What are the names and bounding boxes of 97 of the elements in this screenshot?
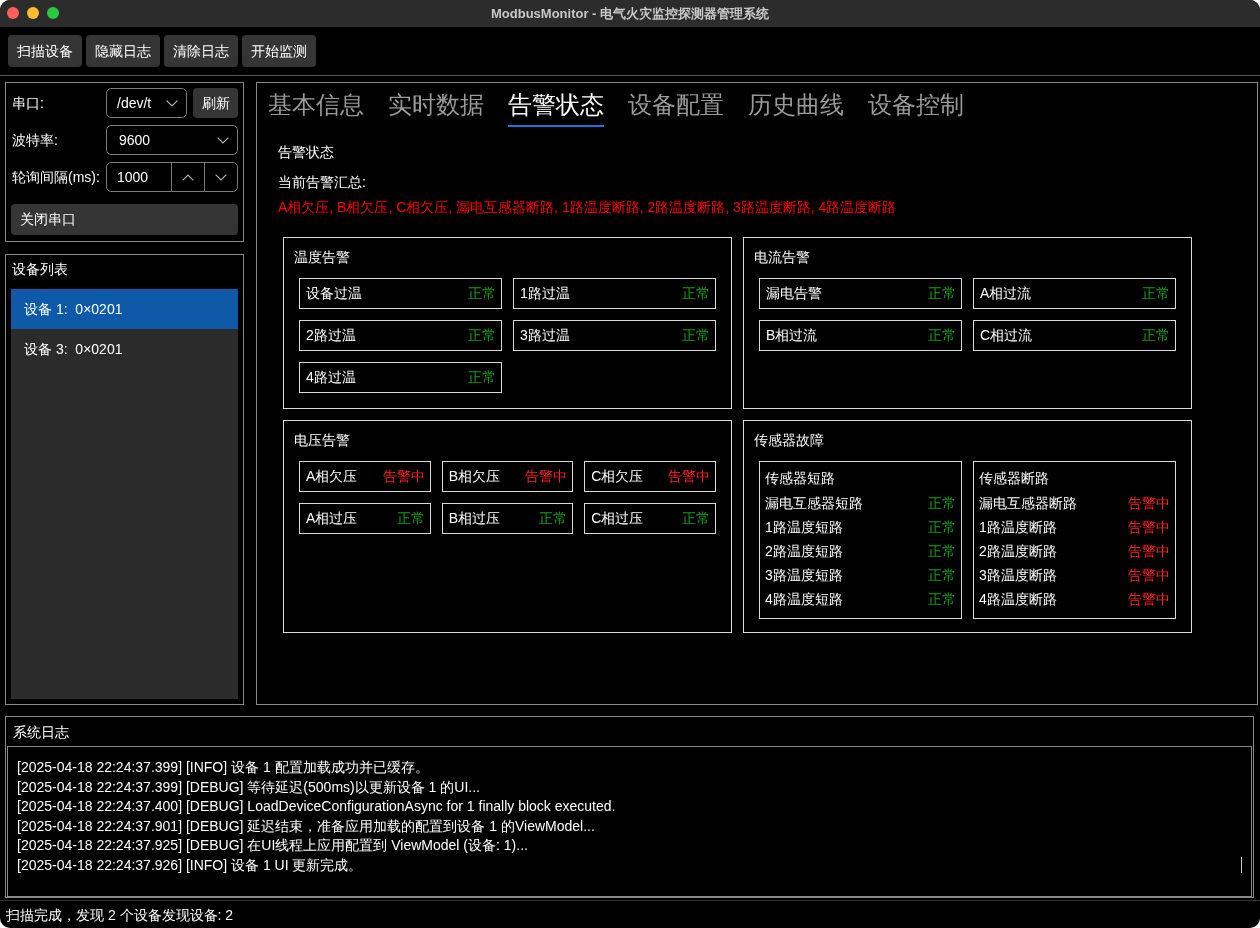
group-title: 电流告警 <box>754 248 810 267</box>
fault-label: 1路温度断路 <box>979 517 1057 537</box>
fault-label: 2路温度断路 <box>979 541 1057 561</box>
field-label: 轮询间隔(ms): <box>11 167 101 187</box>
tab[interactable]: 设备控制 <box>868 91 964 127</box>
alarm-status: 正常 <box>1142 326 1170 345</box>
alarm-label: A相过压 <box>306 509 358 528</box>
alarm-label: B相欠压 <box>448 467 500 486</box>
interval-input[interactable]: 1000 <box>107 163 171 191</box>
alarm-label: A相过流 <box>980 284 1032 303</box>
fault-status: 正常 <box>928 493 956 513</box>
tab[interactable]: 设备配置 <box>628 91 724 127</box>
list-title: 传感器短路 <box>765 469 835 488</box>
alarm-label: 4路过温 <box>306 368 356 387</box>
log-line: [2025-04-18 22:24:37.925] [DEBUG] 在UI线程上应用配置到 ViewModel (设备: 1)... <box>17 836 528 856</box>
alarm-status: 正常 <box>468 284 496 303</box>
alarm-summary-text: A相欠压, B相欠压, C相欠压, 漏电互感器断路, 1路温度断路, 2路温度断路, 3路温度断路, 4路温度断路 <box>278 198 897 217</box>
alarm-label: C相过流 <box>980 326 1033 345</box>
summary-label: 当前告警汇总: <box>278 173 366 192</box>
close-port-button[interactable]: 关闭串口 <box>11 204 238 235</box>
maximize-button[interactable] <box>47 7 59 19</box>
fault-status: 正常 <box>928 517 956 537</box>
alarm-status: 正常 <box>468 326 496 345</box>
alarm-status: 正常 <box>682 509 710 528</box>
log-line: [2025-04-18 22:24:37.399] [INFO] 设备 1 配置加载成功并已缓存。 <box>17 758 429 777</box>
alarm-label: 1路过温 <box>520 284 570 303</box>
fault-status: 告警中 <box>1128 517 1170 537</box>
fault-label: 3路温度短路 <box>765 565 843 585</box>
fault-status: 告警中 <box>1128 565 1170 585</box>
refresh-button[interactable]: 刷新 <box>193 88 238 118</box>
alarm-status: 告警中 <box>525 467 568 486</box>
alarm-label: 3路过温 <box>520 326 570 345</box>
alarm-status: 正常 <box>928 284 956 303</box>
status-text: 扫描完成，发现 2 个设备发现设备: 2 <box>6 905 234 925</box>
alarm-status: 正常 <box>396 509 425 528</box>
alarm-status: 正常 <box>539 509 568 528</box>
device-list-item[interactable]: 设备 3: 0×0201 <box>11 329 238 369</box>
close-button[interactable] <box>7 7 19 19</box>
alarm-status: 正常 <box>928 326 956 345</box>
chevron-down-icon <box>217 136 229 144</box>
alarm-status: 正常 <box>682 326 710 345</box>
toolbar-button[interactable]: 清除日志 <box>164 35 238 67</box>
alarm-label: 2路过温 <box>306 326 356 345</box>
alarm-label: 设备过温 <box>306 284 362 303</box>
tab[interactable]: 历史曲线 <box>748 91 844 127</box>
fault-label: 4路温度断路 <box>979 589 1057 609</box>
fault-status: 正常 <box>928 565 956 585</box>
alarm-status: 告警中 <box>382 467 425 486</box>
log-line: [2025-04-18 22:24:37.399] [DEBUG] 等待延迟(500ms)以更新设备 1 的UI... <box>17 777 480 797</box>
alarm-status: 告警中 <box>668 467 710 486</box>
device-list-item[interactable]: 设备 1: 0×0201 <box>11 289 238 329</box>
chevron-down-icon <box>166 99 178 107</box>
group-title: 电压告警 <box>294 431 350 450</box>
window-title: ModbusMonitor - 电气火灾监控探测器管理系统 <box>491 4 769 23</box>
tab[interactable]: 实时数据 <box>388 91 484 127</box>
alarm-label: B相过压 <box>448 509 500 528</box>
fault-status: 告警中 <box>1128 589 1170 609</box>
list-title: 传感器断路 <box>979 469 1049 488</box>
alarm-status: 正常 <box>468 368 496 387</box>
toolbar-button[interactable]: 隐藏日志 <box>86 35 160 67</box>
text-cursor-icon <box>1241 857 1242 873</box>
log-line: [2025-04-18 22:24:37.400] [DEBUG] LoadDeviceConfigurationAsync for 1 finally block executed. <box>17 797 616 817</box>
panel-title: 系统日志 <box>12 723 69 742</box>
field-label: 串口: <box>11 93 45 113</box>
fault-label: 漏电互感器短路 <box>765 493 863 513</box>
chevron-up-icon <box>182 173 194 181</box>
fault-label: 4路温度短路 <box>765 589 843 609</box>
fault-status: 正常 <box>928 541 956 561</box>
section-heading: 告警状态 <box>278 143 334 162</box>
fault-status: 告警中 <box>1128 493 1170 513</box>
baud-rate-dropdown[interactable]: 9600 <box>106 125 238 155</box>
alarm-status: 正常 <box>682 284 710 303</box>
alarm-label: C相欠压 <box>591 467 644 486</box>
minimize-button[interactable] <box>27 7 39 19</box>
fault-label: 漏电互感器断路 <box>979 493 1077 513</box>
alarm-label: A相欠压 <box>306 467 358 486</box>
field-label: 波特率: <box>11 130 59 150</box>
group-title: 传感器故障 <box>754 431 824 450</box>
toolbar-button[interactable]: 开始监测 <box>242 35 316 67</box>
alarm-label: C相过压 <box>591 509 644 528</box>
chevron-down-icon <box>215 173 227 181</box>
fault-label: 1路温度短路 <box>765 517 843 537</box>
panel-title: 设备列表 <box>11 260 68 279</box>
alarm-label: 漏电告警 <box>766 284 822 303</box>
fault-status: 告警中 <box>1128 541 1170 561</box>
log-line: [2025-04-18 22:24:37.901] [DEBUG] 延迟结束，准备应用加载的配置到设备 1 的ViewModel... <box>17 816 595 836</box>
fault-label: 2路温度短路 <box>765 541 843 561</box>
fault-status: 正常 <box>928 589 956 609</box>
fault-label: 3路温度断路 <box>979 565 1057 585</box>
tab[interactable]: 告警状态 <box>508 91 604 127</box>
toolbar-button[interactable]: 扫描设备 <box>8 35 82 67</box>
alarm-label: B相过流 <box>766 326 818 345</box>
tab[interactable]: 基本信息 <box>268 91 364 127</box>
log-line: [2025-04-18 22:24:37.926] [INFO] 设备 1 UI 更新完成。 <box>17 855 363 875</box>
alarm-status: 正常 <box>1142 284 1170 303</box>
port-dropdown[interactable]: /dev/t <box>106 88 187 118</box>
group-title: 温度告警 <box>294 248 350 267</box>
